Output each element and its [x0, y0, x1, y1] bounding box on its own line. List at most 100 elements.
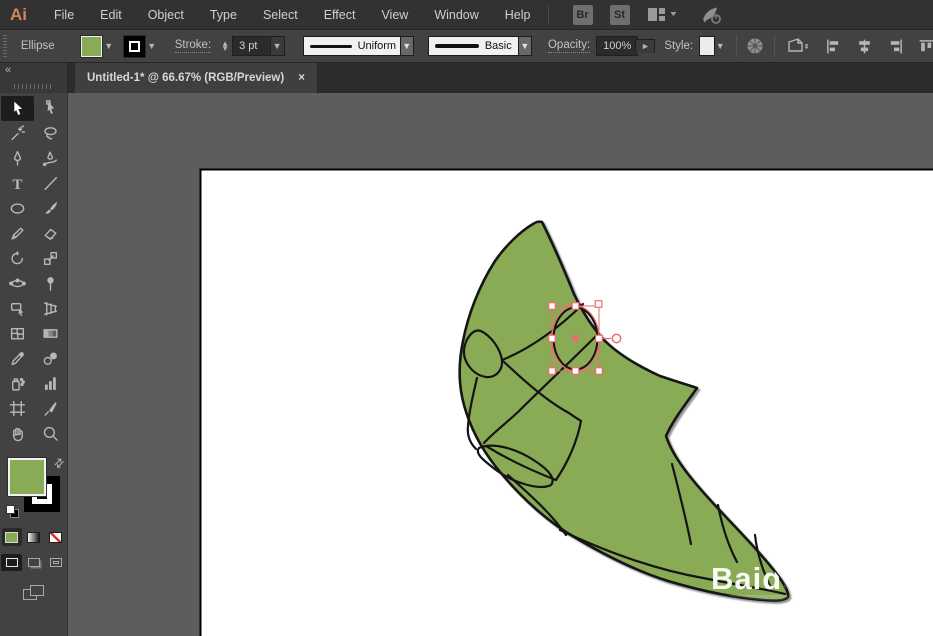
fill-color-swatch[interactable] [79, 34, 103, 58]
none-mode-button[interactable] [46, 528, 66, 546]
menu-bar: Ai File Edit Object Type Select Effect View Win… [0, 0, 933, 30]
column-graph-tool[interactable] [34, 371, 67, 396]
opacity-label[interactable]: Opacity: [547, 39, 591, 53]
eyedropper-tool[interactable] [1, 346, 34, 371]
gradient-mode-button[interactable] [24, 528, 44, 546]
scale-tool[interactable] [34, 246, 67, 271]
horizontal-align-center-icon[interactable] [856, 38, 873, 55]
chevron-down-icon[interactable]: ▼ [715, 36, 726, 57]
default-fill-stroke-icon[interactable] [6, 505, 19, 518]
drawing-mode-buttons [0, 554, 67, 571]
screen-mode-icon [22, 585, 45, 601]
menu-separator [547, 5, 549, 24]
artboard-tool[interactable] [1, 396, 34, 421]
ellipse-tool[interactable] [1, 196, 34, 221]
fill-stroke-indicator: ⇄ [0, 454, 67, 520]
width-tool[interactable] [1, 271, 34, 296]
align-controls [825, 38, 933, 55]
gpu-performance-icon[interactable] [700, 5, 722, 25]
rotate-tool[interactable] [1, 246, 34, 271]
paintbrush-tool[interactable] [34, 196, 67, 221]
stroke-label[interactable]: Stroke: [174, 39, 212, 53]
document-tab[interactable]: Untitled-1* @ 66.67% (RGB/Preview) × [75, 63, 318, 93]
stroke-weight-stepper[interactable]: ▲ ▼ [221, 40, 229, 53]
horizontal-align-right-icon[interactable] [887, 38, 904, 55]
selection-tool[interactable] [0, 96, 34, 121]
center-point[interactable] [572, 335, 579, 342]
tool-grid: T [0, 93, 67, 446]
menu-object[interactable]: Object [135, 0, 197, 30]
brush-definition-dropdown[interactable]: Basic [427, 36, 519, 56]
control-bar-grip[interactable] [3, 35, 7, 57]
curvature-tool[interactable] [34, 146, 67, 171]
menu-view[interactable]: View [368, 0, 421, 30]
symbol-sprayer-tool[interactable] [1, 371, 34, 396]
direct-selection-tool[interactable] [34, 96, 67, 121]
mesh-tool[interactable] [1, 321, 34, 346]
collapse-panel-icon[interactable]: « [5, 64, 11, 76]
width-profile-dropdown[interactable]: Uniform [302, 36, 401, 56]
menu-type[interactable]: Type [197, 0, 250, 30]
eraser-tool[interactable] [34, 221, 67, 246]
swap-fill-stroke-icon[interactable]: ⇄ [50, 454, 67, 471]
menu-window[interactable]: Window [421, 0, 491, 30]
canvas-svg: Baidu [199, 168, 933, 636]
tool-panel: T ⇄ [0, 93, 68, 636]
pen-tool[interactable] [1, 146, 34, 171]
stroke-color-control[interactable]: ▼ [122, 34, 159, 58]
stroke-weight-field[interactable]: 3 pt [232, 36, 271, 56]
paint-mode-buttons [0, 528, 67, 546]
chevron-down-icon[interactable]: ▼ [518, 36, 532, 56]
bridge-button[interactable]: Br [572, 4, 593, 25]
horizontal-align-left-icon[interactable] [825, 38, 842, 55]
menu-select[interactable]: Select [250, 0, 311, 30]
document-setup-icon[interactable] [785, 37, 811, 55]
menu-file[interactable]: File [41, 0, 87, 30]
tool-panel-grip[interactable] [14, 84, 54, 89]
workspace-switcher[interactable]: ▼ [647, 8, 679, 21]
stock-button[interactable]: St [609, 4, 630, 25]
menu-effect[interactable]: Effect [311, 0, 369, 30]
vertical-align-top-icon[interactable] [918, 38, 933, 55]
style-swatch[interactable] [699, 36, 715, 56]
draw-normal-button[interactable] [1, 554, 22, 571]
menu-help[interactable]: Help [492, 0, 544, 30]
blend-tool[interactable] [34, 346, 67, 371]
perspective-grid-tool[interactable] [34, 296, 67, 321]
document-tab-title: Untitled-1* @ 66.67% (RGB/Preview) [87, 72, 285, 84]
tool-context-label: Ellipse [20, 40, 55, 52]
fill-color-control[interactable]: ▼ [79, 34, 116, 58]
draw-behind-button[interactable] [23, 554, 44, 571]
menu-edit[interactable]: Edit [87, 0, 135, 30]
shape-builder-tool[interactable] [1, 296, 34, 321]
opacity-expand-arrow[interactable]: ▼ [635, 38, 656, 54]
hand-tool[interactable] [1, 421, 34, 446]
opacity-field[interactable]: 100% [596, 36, 639, 56]
canvas-area[interactable]: Baidu [68, 93, 933, 636]
change-screen-mode-button[interactable] [0, 585, 67, 601]
chevron-down-icon[interactable]: ▼ [400, 36, 414, 56]
chevron-down-icon[interactable]: ▼ [102, 36, 116, 57]
gradient-tool[interactable] [34, 321, 67, 346]
lasso-tool[interactable] [34, 121, 67, 146]
stroke-weight-dropdown[interactable]: ▼ [270, 36, 285, 56]
zoom-tool[interactable] [34, 421, 67, 446]
magic-wand-tool[interactable] [1, 121, 34, 146]
rotate-handle[interactable] [611, 333, 622, 344]
draw-inside-button[interactable] [45, 554, 66, 571]
fill-indicator-swatch[interactable] [7, 457, 47, 497]
tab-bar: « Untitled-1* @ 66.67% (RGB/Preview) × [0, 63, 933, 93]
stroke-color-swatch[interactable] [122, 34, 146, 58]
recolor-artwork-icon[interactable] [746, 37, 764, 55]
puppet-warp-tool[interactable] [34, 271, 67, 296]
shaper-tool[interactable] [1, 221, 34, 246]
chevron-down-icon: ▼ [668, 10, 679, 19]
type-tool[interactable]: T [1, 171, 34, 196]
close-tab-icon[interactable]: × [298, 72, 305, 84]
chevron-down-icon[interactable]: ▼ [145, 36, 159, 57]
slice-tool[interactable] [34, 396, 67, 421]
line-segment-tool[interactable] [34, 171, 67, 196]
control-bar: Ellipse ▼ ▼ Stroke: ▲ ▼ 3 pt ▼ Uniform ▼ … [0, 30, 933, 63]
uniform-profile-preview [309, 44, 352, 48]
color-mode-button[interactable] [1, 528, 22, 546]
